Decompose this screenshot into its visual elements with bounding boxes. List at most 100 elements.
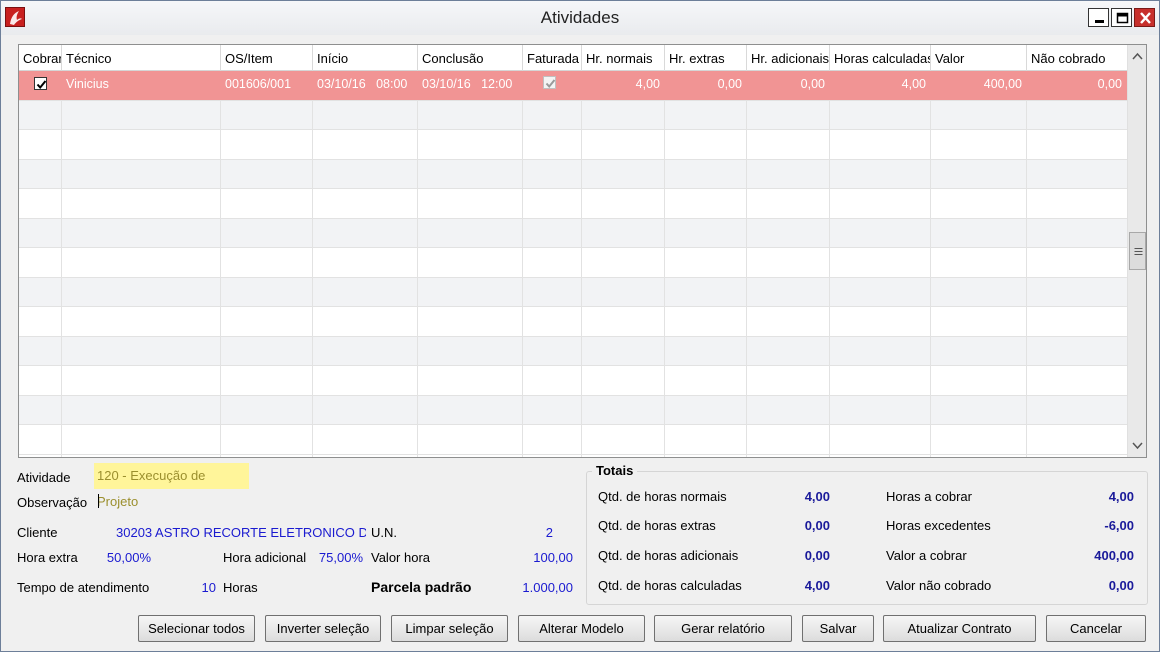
valor-nao-cobrado-label: Valor não cobrado <box>886 578 992 593</box>
cell-inicio: 03/10/16 08:00 <box>313 71 418 100</box>
cell-hr-extras: 0,00 <box>665 71 747 100</box>
close-icon <box>1140 12 1151 24</box>
horas-a-cobrar-value: 4,00 <box>1108 489 1134 504</box>
qtd-horas-calculadas-label: Qtd. de horas calculadas <box>598 578 742 593</box>
gerar-relatorio-button[interactable]: Gerar relatório <box>654 615 792 642</box>
cancelar-button[interactable]: Cancelar <box>1046 615 1146 642</box>
totais-title: Totais <box>592 463 638 478</box>
cliente-label: Cliente <box>17 525 58 540</box>
column-header-os-item[interactable]: OS/Item <box>221 45 313 71</box>
tempo-atendimento-label: Tempo de atendimento <box>17 580 150 595</box>
empty-row <box>19 100 1127 130</box>
empty-row <box>19 277 1127 307</box>
empty-row <box>19 307 1127 337</box>
qtd-horas-extras-label: Qtd. de horas extras <box>598 518 716 533</box>
scroll-grip-icon <box>1134 248 1143 255</box>
cell-conclusao: 03/10/16 12:00 <box>418 71 523 100</box>
empty-row <box>19 336 1127 366</box>
checkbox-checked-icon <box>36 80 47 90</box>
parcela-padrao-value: 1.000,00 <box>522 580 573 595</box>
column-header-conclusao[interactable]: Conclusão <box>418 45 523 71</box>
table-row[interactable]: Vinicius 001606/001 03/10/16 08:00 03/10… <box>19 71 1127 101</box>
scroll-down-button[interactable] <box>1128 436 1146 455</box>
inverter-selecao-button[interactable]: Inverter seleção <box>265 615 381 642</box>
hora-extra-label: Hora extra <box>17 550 78 565</box>
valor-a-cobrar-label: Valor a cobrar <box>886 548 967 563</box>
column-header-tecnico[interactable]: Técnico <box>62 45 221 71</box>
valor-hora-value: 100,00 <box>533 550 573 565</box>
observacao-label: Observação <box>17 495 88 510</box>
cliente-value: 30203 ASTRO RECORTE ELETRONICO DE VI <box>116 525 366 540</box>
scroll-up-icon <box>1132 52 1143 60</box>
empty-row <box>19 159 1127 189</box>
observacao-input[interactable] <box>98 494 99 508</box>
checkbox-checked-icon <box>545 79 556 89</box>
scroll-thumb[interactable] <box>1129 232 1146 270</box>
empty-row <box>19 395 1127 425</box>
cell-nao-cobrado: 0,00 <box>1027 71 1127 100</box>
close-button[interactable] <box>1134 8 1155 27</box>
column-header-inicio[interactable]: Início <box>313 45 418 71</box>
atividades-window: Atividades Cobrar Técnico OS/Item Início… <box>0 0 1160 652</box>
atividade-field[interactable]: 120 - Execução de Projeto <box>94 463 249 509</box>
qtd-horas-adicionais-value: 0,00 <box>804 548 830 563</box>
cell-hr-normais: 4,00 <box>582 71 665 100</box>
hora-adicional-value: 75,00% <box>318 550 363 565</box>
hora-extra-value: 50,00% <box>106 550 151 565</box>
atividade-label: Atividade <box>17 470 71 485</box>
selecionar-todos-button[interactable]: Selecionar todos <box>138 615 255 642</box>
alterar-modelo-button[interactable]: Alterar Modelo <box>518 615 645 642</box>
faturada-checkbox <box>543 76 556 89</box>
cell-hr-adicionais: 0,00 <box>747 71 830 100</box>
column-header-hr-extras[interactable]: Hr. extras <box>665 45 747 71</box>
scroll-up-button[interactable] <box>1128 47 1146 66</box>
empty-row <box>19 366 1127 396</box>
limpar-selecao-button[interactable]: Limpar seleção <box>391 615 508 642</box>
column-header-faturada[interactable]: Faturada <box>523 45 582 71</box>
cell-valor: 400,00 <box>931 71 1027 100</box>
horas-excedentes-label: Horas excedentes <box>886 518 991 533</box>
maximize-icon <box>1116 12 1129 24</box>
empty-row <box>19 425 1127 455</box>
maximize-button[interactable] <box>1111 8 1132 27</box>
un-label: U.N. <box>371 525 397 540</box>
column-header-horas-calculadas[interactable]: Horas calculadas <box>830 45 931 71</box>
cell-horas-calculadas: 4,00 <box>830 71 931 100</box>
column-header-cobrar[interactable]: Cobrar <box>19 45 62 71</box>
valor-nao-cobrado-value: 0,00 <box>1108 578 1134 593</box>
qtd-horas-extras-value: 0,00 <box>804 518 830 533</box>
horas-excedentes-value: -6,00 <box>1104 518 1134 533</box>
grid-vertical-scrollbar[interactable] <box>1127 45 1146 457</box>
scroll-down-icon <box>1132 442 1143 450</box>
cell-tecnico: Vinicius <box>62 71 221 100</box>
cell-os-item: 001606/001 <box>221 71 313 100</box>
tempo-atendimento-value: 10 <box>201 580 216 595</box>
un-value: 2 <box>545 525 553 540</box>
cobrar-checkbox[interactable] <box>34 77 47 90</box>
salvar-button[interactable]: Salvar <box>802 615 874 642</box>
empty-row <box>19 189 1127 219</box>
hora-adicional-label: Hora adicional <box>223 550 307 565</box>
minimize-button[interactable] <box>1088 8 1109 27</box>
empty-row <box>19 248 1127 278</box>
activities-grid[interactable]: Cobrar Técnico OS/Item Início Conclusão … <box>18 44 1147 458</box>
horas-a-cobrar-label: Horas a cobrar <box>886 489 972 504</box>
title-bar: Atividades <box>1 1 1159 35</box>
parcela-padrao-label: Parcela padrão <box>371 579 472 595</box>
valor-hora-label: Valor hora <box>371 550 431 565</box>
cell-faturada <box>523 71 582 100</box>
qtd-horas-normais-value: 4,00 <box>804 489 830 504</box>
column-header-hr-normais[interactable]: Hr. normais <box>582 45 665 71</box>
window-title: Atividades <box>540 8 620 27</box>
qtd-horas-adicionais-label: Qtd. de horas adicionais <box>598 548 739 563</box>
minimize-icon <box>1095 20 1104 23</box>
atualizar-contrato-button[interactable]: Atualizar Contrato <box>883 615 1036 642</box>
column-header-nao-cobrado[interactable]: Não cobrado <box>1027 45 1127 71</box>
tempo-unit: Horas <box>223 580 258 595</box>
column-header-valor[interactable]: Valor <box>931 45 1027 71</box>
empty-row <box>19 218 1127 248</box>
column-header-hr-adicionais[interactable]: Hr. adicionais <box>747 45 830 71</box>
qtd-horas-calculadas-value: 4,00 <box>804 578 830 593</box>
qtd-horas-normais-label: Qtd. de horas normais <box>598 489 727 504</box>
cell-cobrar <box>19 71 62 100</box>
